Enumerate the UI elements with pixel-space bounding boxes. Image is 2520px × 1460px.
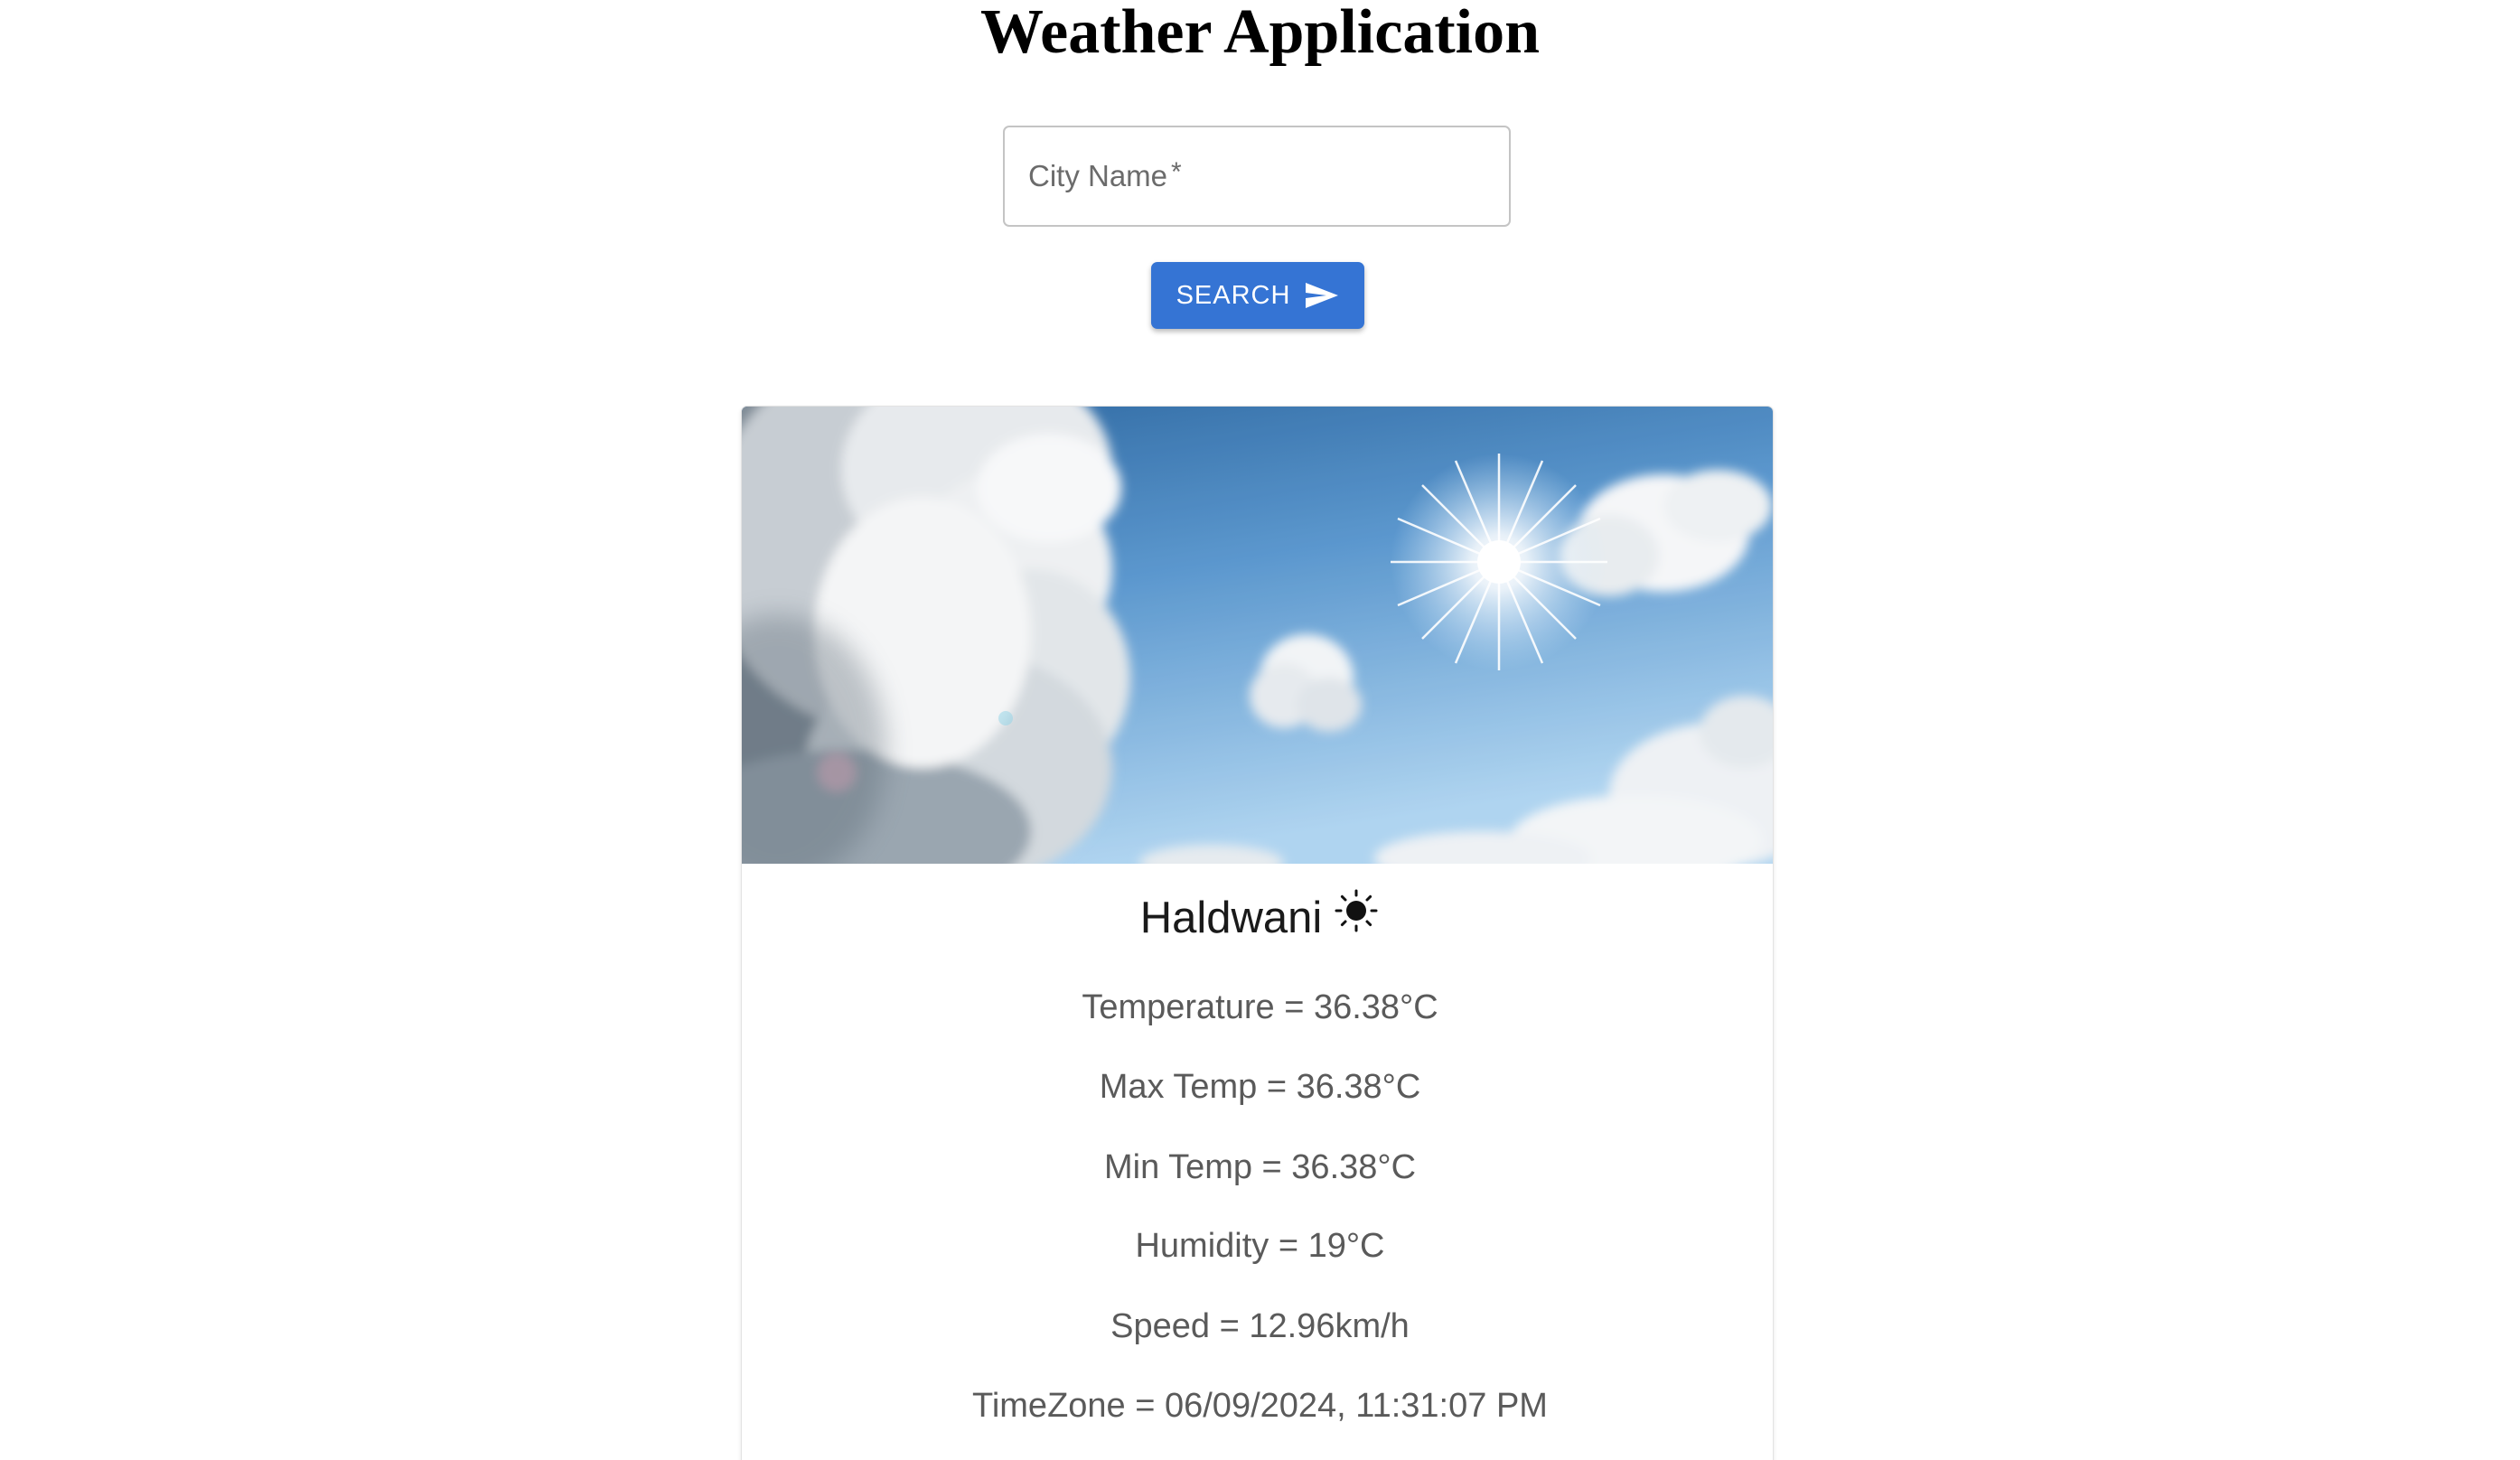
humidity-text: Humidity = 19°C [1135, 1227, 1385, 1265]
timezone-text: TimeZone = 06/09/2024, 11:31:07 PM [972, 1387, 1548, 1425]
search-button-label: SEARCH [1176, 280, 1291, 310]
sky-image [742, 407, 1773, 864]
city-name: Haldwani [1139, 894, 1323, 942]
sun-icon [1333, 887, 1380, 945]
city-name-input[interactable] [1005, 127, 1509, 225]
send-icon [1305, 281, 1339, 310]
max-temp-text: Max Temp = 36.38°C [1099, 1068, 1421, 1106]
city-name-field[interactable] [1003, 126, 1511, 227]
temperature-text: Temperature = 36.38°C [1082, 988, 1438, 1026]
wind-speed-text: Speed = 12.96km/h [1110, 1307, 1410, 1345]
min-temp-text: Min Temp = 36.38°C [1103, 1148, 1417, 1186]
city-heading: Haldwani [0, 889, 2520, 945]
required-marker: * [1171, 157, 1182, 187]
search-button[interactable]: SEARCH [1151, 262, 1364, 329]
page-title: Weather Application [979, 0, 1541, 67]
